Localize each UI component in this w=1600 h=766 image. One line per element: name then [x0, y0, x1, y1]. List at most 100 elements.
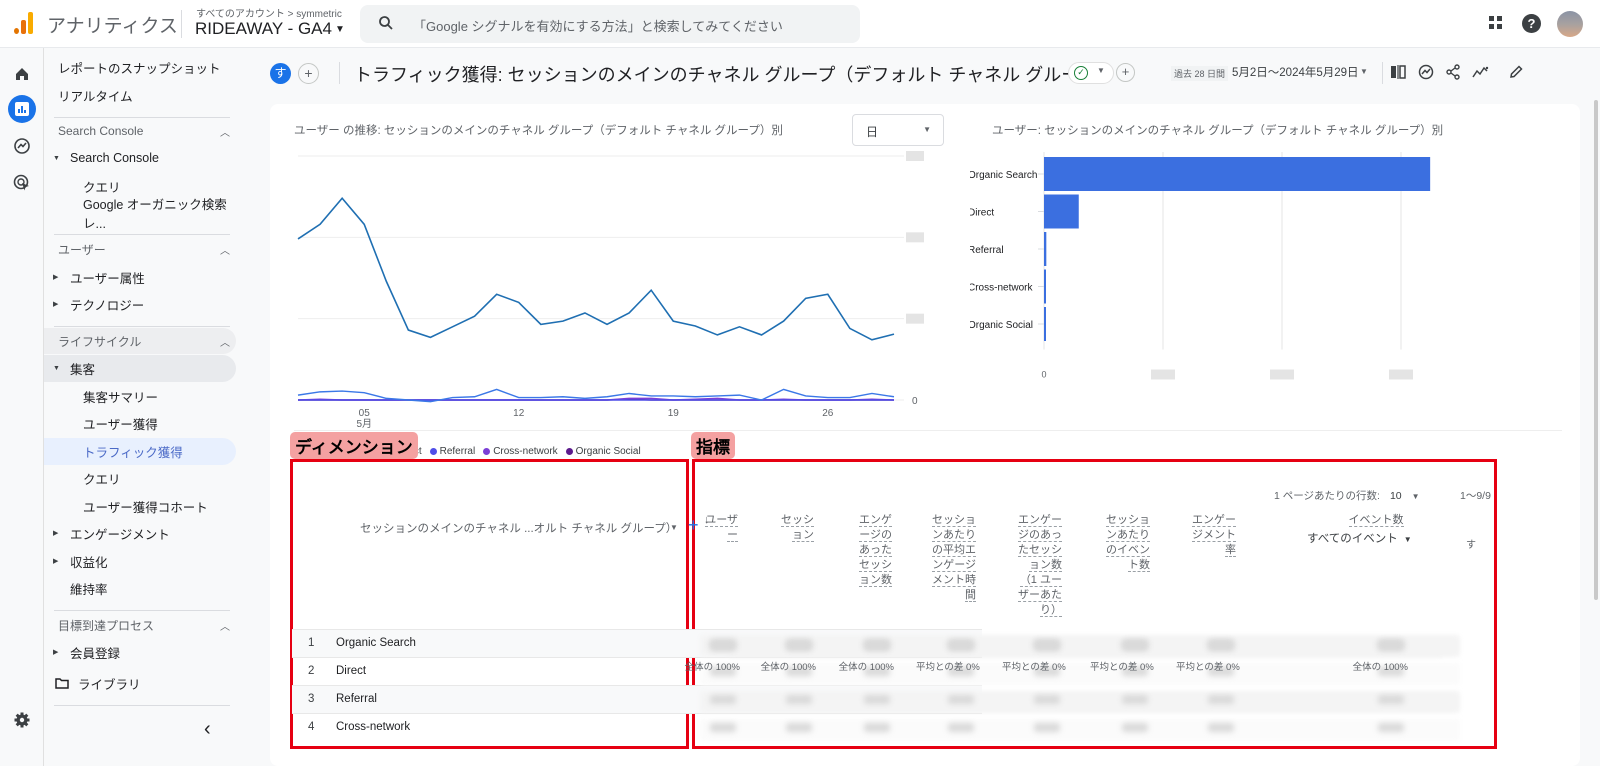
metric-value-redacted: [710, 639, 736, 648]
nav-item-library[interactable]: ライブラリ: [44, 670, 236, 696]
caret-down-icon: ▼: [53, 365, 60, 372]
advertising-icon[interactable]: [10, 171, 34, 195]
metric-row-redacted: [700, 635, 1460, 657]
caret-right-icon: ▶: [53, 649, 59, 656]
bar-category-label: Referral: [970, 245, 1004, 256]
property-selector[interactable]: RIDEAWAY - GA4 ▼: [195, 19, 345, 39]
segment-badge[interactable]: す: [270, 63, 291, 84]
nav-item-signup[interactable]: ▶ 会員登録: [44, 639, 236, 665]
metric-column-header[interactable]: セッショ ンあたり のイベン ト数: [1100, 513, 1150, 573]
share-icon[interactable]: [1443, 62, 1463, 82]
chevron-down-icon[interactable]: ▼: [670, 523, 678, 532]
metric-column-header[interactable]: セッショ ンあたり の平均エ ンゲージ メント時間: [926, 513, 976, 603]
caret-right-icon: ▶: [53, 274, 59, 281]
bar-category-label: Organic Social: [970, 320, 1033, 331]
legend-item[interactable]: Referral: [429, 446, 475, 457]
metric-column-header[interactable]: ユーザー: [688, 513, 738, 543]
nav-item-organic-search[interactable]: Google オーガニック検索レ...: [44, 198, 236, 231]
bar-chart[interactable]: 0 Organic Search Direct Referral Cross-netwo…: [970, 144, 1550, 394]
metric-value-redacted: [786, 723, 812, 732]
insights-icon[interactable]: [1416, 62, 1436, 82]
home-icon[interactable]: [10, 62, 34, 86]
nav-item-traffic-acquisition[interactable]: トラフィック獲得: [44, 438, 236, 465]
collapse-nav-button[interactable]: ‹: [44, 716, 236, 742]
nav-section-lifecycle[interactable]: ライフサイクル ︿: [44, 328, 236, 354]
metric-column-header[interactable]: エンゲー ジのあっ たセッシ ョン数 （1 ユー ザーあた り）: [1012, 513, 1062, 618]
granularity-select[interactable]: 日 ▼: [852, 114, 944, 146]
page-title: トラフィック獲得: セッションのメインのチャネル グループ（デフォルト チャネル…: [354, 65, 1115, 85]
add-button[interactable]: +: [1116, 63, 1135, 82]
nav-label: クエリ: [83, 472, 121, 487]
nav-item-acquisition-cohort[interactable]: ユーザー獲得コホート: [44, 493, 236, 519]
nav-item-acquisition-overview[interactable]: 集客サマリー: [44, 383, 236, 409]
metric-column-header[interactable]: イベント数: [1346, 513, 1406, 528]
explore-icon[interactable]: [10, 134, 34, 158]
line-chart[interactable]: 0 055月 12 19 26: [294, 144, 934, 444]
scrollbar[interactable]: [1594, 100, 1598, 600]
nav-item-retention[interactable]: 維持率: [44, 575, 236, 601]
nav-item-snapshot[interactable]: レポートのスナップショット: [44, 54, 236, 80]
metric-header-text: のイベン: [1106, 544, 1150, 557]
divider: [294, 430, 1562, 431]
nav-rail: [0, 48, 44, 766]
totals-footnote: 全体の 100%: [1352, 662, 1408, 673]
bar-cross-network[interactable]: [1044, 269, 1046, 304]
metric-column-header[interactable]: エンゲ ージの あった セッシ ョン数: [842, 513, 892, 588]
account-breadcrumb[interactable]: すべてのアカウント > symmetric: [196, 5, 342, 20]
truncated-column-header[interactable]: す: [1466, 536, 1476, 551]
event-filter-value: すべてのイベント: [1307, 533, 1398, 545]
nav-item-search-console[interactable]: ▼ Search Console: [44, 145, 236, 171]
edit-icon[interactable]: [1506, 62, 1526, 82]
nav-section-funnel[interactable]: 目標到達プロセス ︿: [44, 612, 236, 638]
add-comparison-button[interactable]: +: [298, 63, 319, 84]
gear-icon[interactable]: [10, 708, 34, 732]
event-filter-select[interactable]: すべてのイベント ▼: [1307, 530, 1412, 546]
nav-item-engagement[interactable]: ▶ エンゲージメント: [44, 520, 236, 546]
legend-item[interactable]: Organic Social: [565, 446, 641, 457]
nav-label: ユーザー獲得: [83, 417, 158, 432]
nav-item-technology[interactable]: ▶ テクノロジー: [44, 291, 236, 317]
nav-item-monetization[interactable]: ▶ 収益化: [44, 548, 236, 574]
nav-item-query-2[interactable]: クエリ: [44, 465, 236, 491]
side-nav: レポートのスナップショット リアルタイム Search Console ︿ ▼ Se…: [44, 48, 246, 766]
help-icon[interactable]: ?: [1522, 14, 1541, 33]
nav-label: リアルタイム: [58, 89, 133, 104]
nav-section-user[interactable]: ユーザー ︿: [44, 236, 236, 262]
metric-column-header[interactable]: セッシ ョン: [764, 513, 814, 543]
chevron-down-icon[interactable]: ▼: [1360, 67, 1368, 76]
bar-direct[interactable]: [1044, 194, 1079, 229]
nav-item-demographics[interactable]: ▶ ユーザー属性: [44, 264, 236, 290]
nav-item-realtime[interactable]: リアルタイム: [44, 82, 236, 108]
nav-label: Search Console: [70, 151, 159, 165]
bar-organic-search[interactable]: [1044, 157, 1431, 191]
dimension-annotation-tag: ディメンション: [290, 432, 418, 459]
analytics-logo-icon[interactable]: [14, 12, 34, 34]
metric-value-redacted: [1034, 639, 1060, 648]
legend-item[interactable]: Cross-network: [483, 446, 558, 457]
date-range-picker[interactable]: 5月2日～2024年5月29日: [1232, 64, 1359, 80]
nav-item-user-acquisition[interactable]: ユーザー獲得: [44, 410, 236, 436]
divider: [339, 62, 340, 84]
rows-per-page-control[interactable]: 1 ページあたりの行数: 10 ▼: [1274, 488, 1420, 503]
date-preset-chip[interactable]: 過去 28 日間: [1171, 66, 1229, 81]
totals-footnote: 平均との差 0%: [1090, 662, 1154, 673]
metric-column-header[interactable]: エンゲー ジメント率: [1186, 513, 1236, 558]
reports-icon[interactable]: [8, 95, 36, 123]
bar-referral[interactable]: [1044, 232, 1047, 266]
nav-section-search-console[interactable]: Search Console ︿: [44, 118, 236, 144]
trend-icon[interactable]: [1471, 62, 1491, 82]
metrics-annotation-tag: 指標: [691, 432, 735, 459]
totals-footnote: 全体の 100%: [760, 662, 816, 673]
nav-item-acquisition[interactable]: ▼ 集客: [44, 355, 236, 382]
dimension-column-header[interactable]: セッションのメインのチャネル ...オルト チャネル グループ）: [360, 520, 677, 536]
report-status-dropdown[interactable]: ✓ ▼: [1068, 62, 1114, 84]
avatar[interactable]: [1557, 11, 1583, 37]
chevron-up-icon: ︿: [220, 621, 230, 633]
apps-icon[interactable]: [1489, 16, 1503, 30]
divider: [54, 234, 230, 235]
compare-icon[interactable]: [1388, 62, 1408, 82]
x-tick-label: 5月: [356, 418, 372, 430]
bar-chart-title: ユーザー: セッションのメインのチャネル グループ（デフォルト チャネル グルー…: [992, 125, 1444, 137]
search-box[interactable]: 「Google シグナルを有効にする方法」と検索してみてください: [360, 5, 860, 43]
bar-organic-social[interactable]: [1044, 307, 1046, 341]
